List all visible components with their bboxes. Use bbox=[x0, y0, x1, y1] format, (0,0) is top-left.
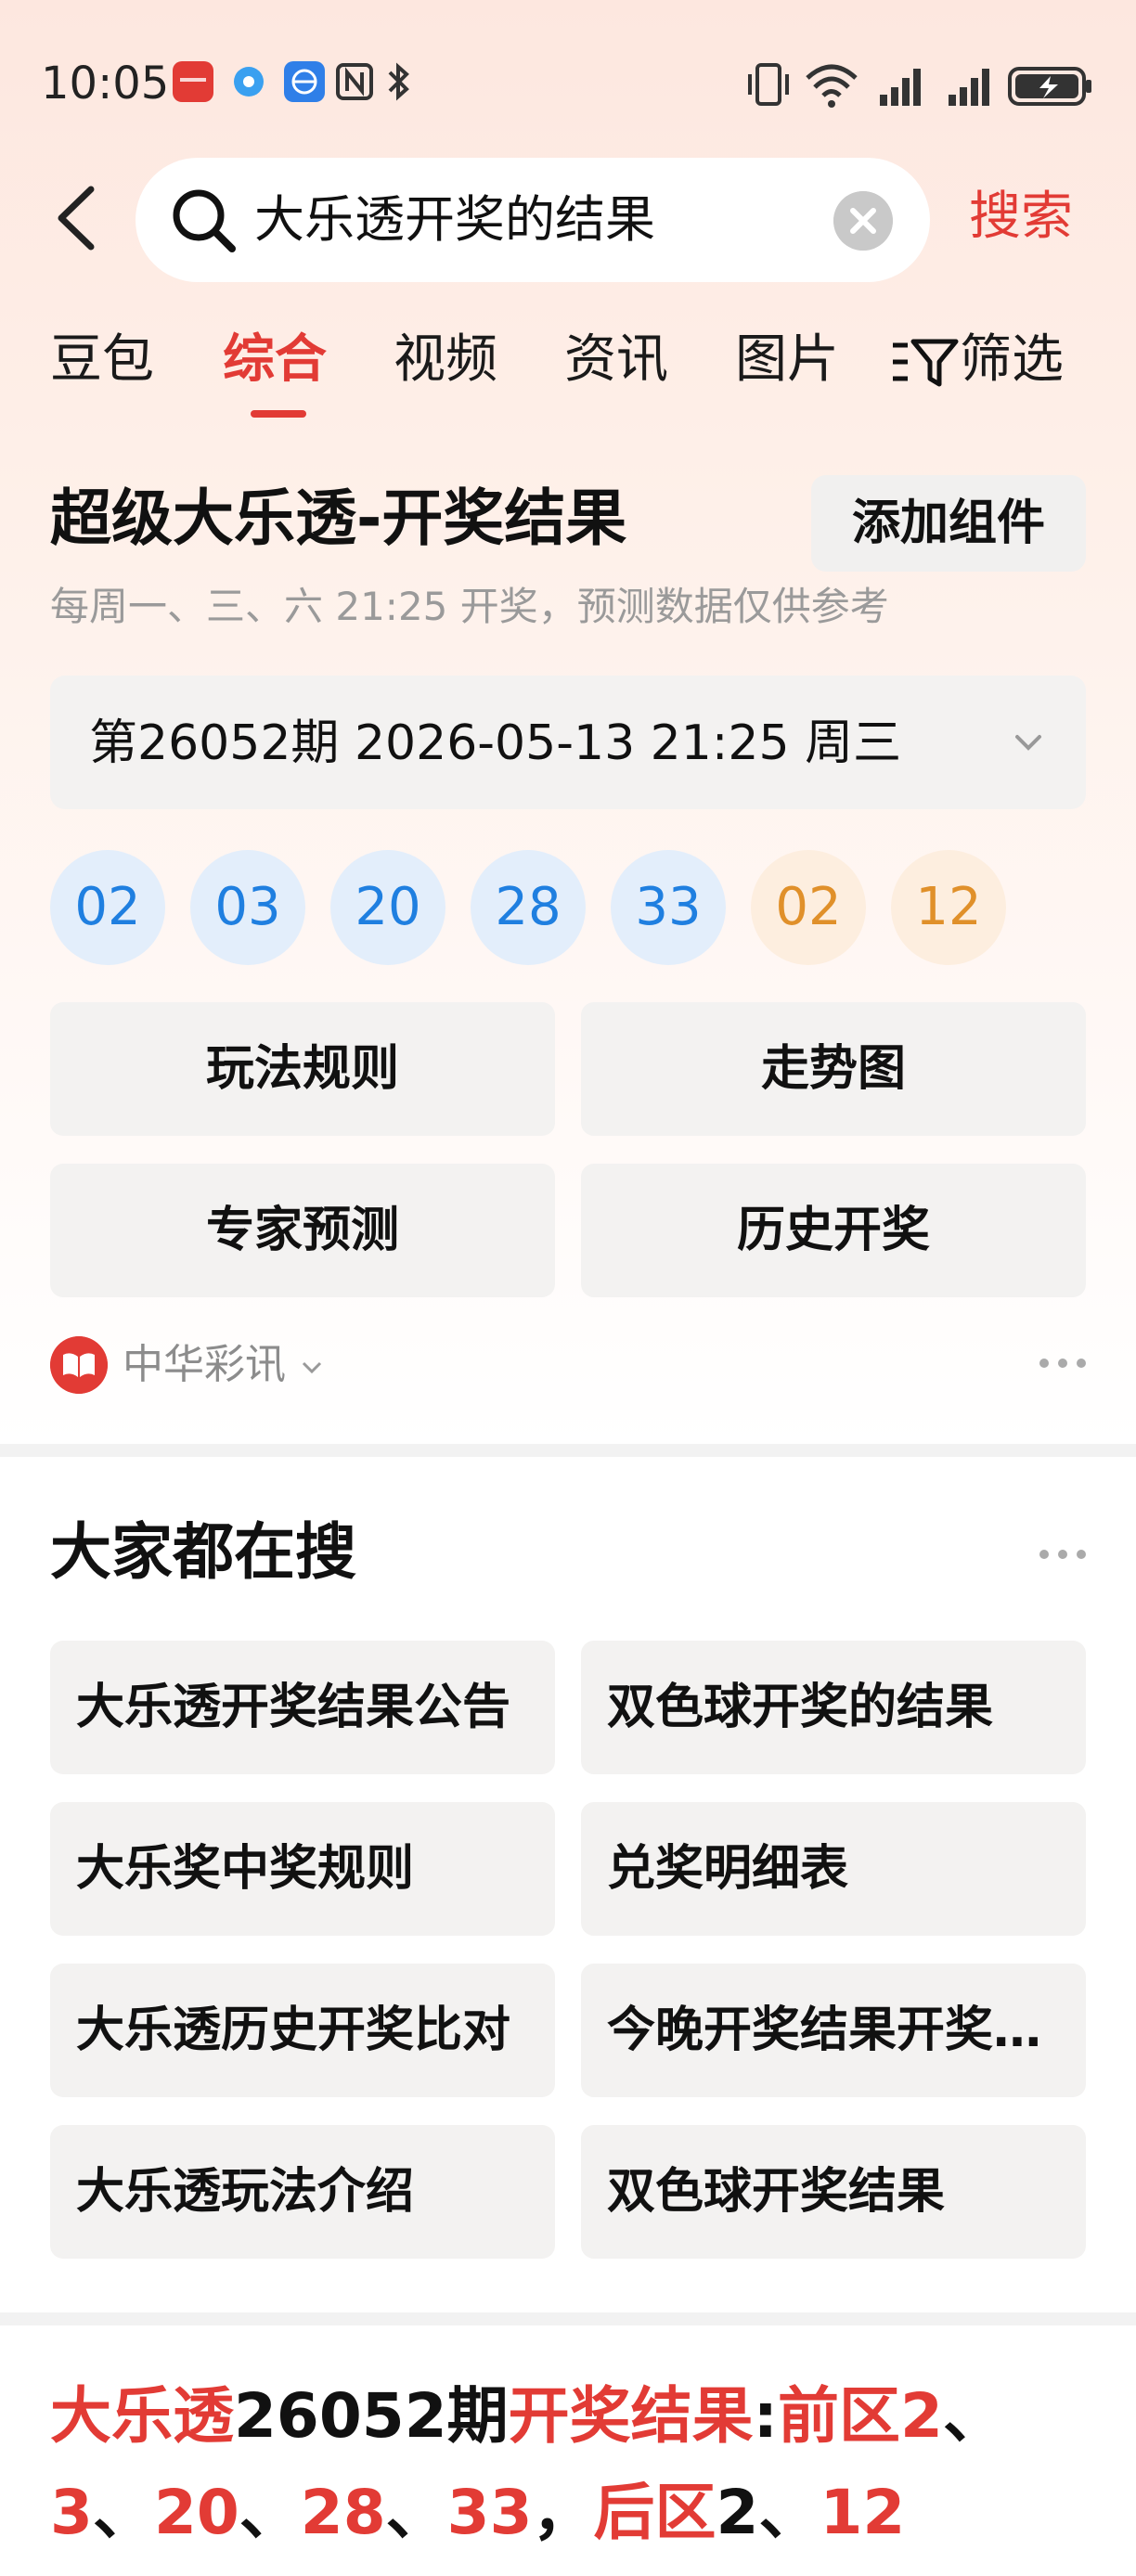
front-ball: 33 bbox=[611, 850, 726, 965]
result-segment: 33 bbox=[446, 2477, 533, 2548]
nfc-icon bbox=[336, 63, 373, 100]
more-icon[interactable] bbox=[1039, 1550, 1086, 1563]
active-tab-indicator bbox=[251, 410, 306, 418]
result-segment: 、 bbox=[239, 2477, 301, 2548]
globe-app-icon bbox=[284, 61, 325, 102]
period-value: 第26052期 2026-05-13 21:25 周三 bbox=[89, 715, 902, 771]
browser-app-icon bbox=[234, 67, 264, 97]
front-ball: 02 bbox=[50, 850, 165, 965]
wifi-icon bbox=[806, 64, 858, 108]
chevron-down-icon bbox=[1015, 735, 1041, 751]
front-ball: 20 bbox=[330, 850, 445, 965]
signal-icon-2 bbox=[949, 69, 989, 106]
result-segment: ， bbox=[532, 2477, 594, 2548]
result-segment: 3 bbox=[50, 2477, 93, 2548]
filter-button[interactable]: 筛选 bbox=[891, 323, 1064, 397]
search-button[interactable]: 搜索 bbox=[969, 182, 1073, 252]
result-segment: 2 bbox=[716, 2477, 759, 2548]
tab-video[interactable]: 视频 bbox=[394, 323, 497, 397]
hot-search-title: 大家都在搜 bbox=[50, 1516, 356, 1588]
source-row: 中华彩讯 bbox=[50, 1333, 1086, 1397]
source-logo[interactable] bbox=[50, 1336, 108, 1394]
history-button[interactable]: 历史开奖 bbox=[581, 1164, 1086, 1297]
clear-icon[interactable] bbox=[833, 191, 893, 251]
front-ball: 28 bbox=[471, 850, 586, 965]
section-divider bbox=[0, 1444, 1136, 1457]
result-tabs: 豆包 综合 视频 资讯 图片 筛选 bbox=[0, 323, 1136, 425]
expert-prediction-button[interactable]: 专家预测 bbox=[50, 1164, 555, 1297]
status-time: 10:05 bbox=[41, 58, 170, 109]
status-bar: 10:05 bbox=[0, 0, 1136, 167]
result-segment: 、 bbox=[942, 2380, 1004, 2452]
hot-search-item[interactable]: 大乐透历史开奖比对 bbox=[50, 1964, 555, 2097]
search-icon bbox=[173, 189, 236, 252]
result-segment: 、 bbox=[758, 2477, 820, 2548]
result-segment: 大乐透 bbox=[50, 2380, 234, 2452]
vibrate-icon bbox=[748, 63, 789, 106]
result-segment: 前区2 bbox=[778, 2380, 943, 2452]
filter-label: 筛选 bbox=[960, 329, 1064, 390]
hot-search-item[interactable]: 双色球开奖结果 bbox=[581, 2125, 1086, 2259]
result-segment: 20 bbox=[153, 2477, 239, 2548]
tab-images[interactable]: 图片 bbox=[735, 323, 839, 397]
huawei-app-icon bbox=[173, 61, 213, 102]
result-segment: 28 bbox=[300, 2477, 386, 2548]
battery-charging-icon bbox=[1008, 67, 1091, 106]
result-segment: 12 bbox=[820, 2477, 906, 2548]
hot-search-item[interactable]: 双色球开奖的结果 bbox=[581, 1641, 1086, 1774]
result-segment: 开奖结果 bbox=[508, 2380, 754, 2452]
back-ball: 02 bbox=[751, 850, 866, 965]
result-segment: 、 bbox=[385, 2477, 447, 2548]
hot-search-item[interactable]: 今晚开奖结果开奖号码 bbox=[581, 1964, 1086, 2097]
hot-search-item[interactable]: 大乐奖中奖规则 bbox=[50, 1802, 555, 1936]
back-ball: 12 bbox=[891, 850, 1006, 965]
tab-doubao[interactable]: 豆包 bbox=[50, 323, 154, 397]
back-icon[interactable] bbox=[50, 176, 106, 260]
hot-search-item[interactable]: 大乐透开奖结果公告 bbox=[50, 1641, 555, 1774]
add-widget-button[interactable]: 添加组件 bbox=[811, 475, 1086, 572]
section-divider bbox=[0, 2312, 1136, 2325]
lottery-subtitle: 每周一、三、六 21:25 开奖，预测数据仅供参考 bbox=[50, 584, 889, 629]
search-query[interactable]: 大乐透开奖的结果 bbox=[254, 186, 655, 254]
source-name[interactable]: 中华彩讯 bbox=[123, 1336, 325, 1394]
result-summary-line-2[interactable]: 3、20、28、33，后区2、12 bbox=[50, 2468, 905, 2557]
result-summary-line-1[interactable]: 大乐透26052期开奖结果:前区2、 bbox=[50, 2372, 1004, 2461]
tab-news[interactable]: 资讯 bbox=[564, 323, 668, 397]
result-segment: 、 bbox=[92, 2477, 154, 2548]
more-icon[interactable] bbox=[1039, 1359, 1086, 1372]
front-ball: 03 bbox=[190, 850, 305, 965]
search-input[interactable]: 大乐透开奖的结果 bbox=[136, 158, 930, 282]
source-label: 中华彩讯 bbox=[123, 1341, 286, 1388]
lottery-title: 超级大乐透-开奖结果 bbox=[50, 483, 627, 554]
hot-search-item[interactable]: 兑奖明细表 bbox=[581, 1802, 1086, 1936]
hot-search-item[interactable]: 大乐透玩法介绍 bbox=[50, 2125, 555, 2259]
result-segment: 后区 bbox=[593, 2477, 716, 2548]
trend-chart-button[interactable]: 走势图 bbox=[581, 1002, 1086, 1136]
rules-button[interactable]: 玩法规则 bbox=[50, 1002, 555, 1136]
bluetooth-icon bbox=[388, 62, 409, 101]
chevron-down-icon bbox=[302, 1361, 322, 1374]
filter-icon bbox=[893, 339, 959, 387]
signal-icon-1 bbox=[880, 69, 921, 106]
tab-general[interactable]: 综合 bbox=[223, 323, 327, 397]
result-segment: 26052期 bbox=[234, 2380, 509, 2452]
period-select[interactable]: 第26052期 2026-05-13 21:25 周三 bbox=[50, 676, 1086, 809]
result-segment: : bbox=[753, 2380, 779, 2452]
